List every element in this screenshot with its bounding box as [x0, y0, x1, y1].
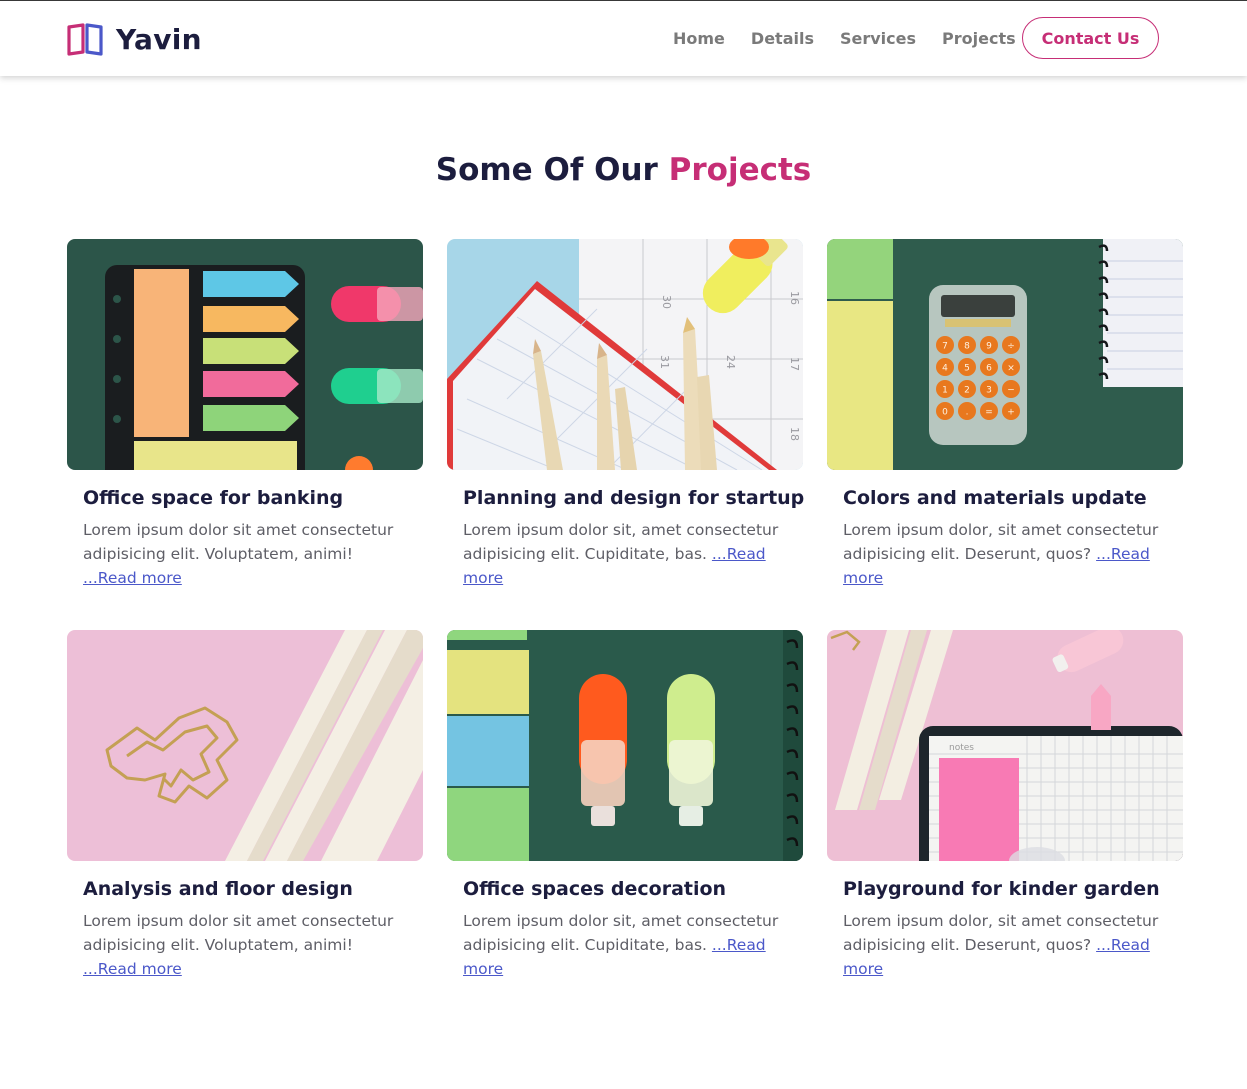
project-description: Lorem ipsum dolor sit, amet consectetur …	[463, 521, 779, 587]
project-description: Lorem ipsum dolor sit amet consectetur a…	[83, 521, 394, 587]
nav-home[interactable]: Home	[673, 29, 725, 48]
project-description: Lorem ipsum dolor, sit amet consectetur …	[843, 521, 1159, 587]
project-description: Lorem ipsum dolor sit, amet consectetur …	[463, 912, 779, 978]
calculator-key-label: ÷	[1007, 342, 1015, 352]
project-title: Office spaces decoration	[463, 878, 727, 900]
calendar-number: 31	[658, 355, 671, 369]
project-title: Analysis and floor design	[83, 878, 353, 900]
calculator-key-label: 9	[986, 342, 992, 352]
read-more-link[interactable]: ...Read more	[83, 569, 182, 587]
calculator-key-label: +	[1007, 408, 1015, 418]
read-more-link[interactable]: ...Read more	[83, 960, 182, 978]
calculator-key-label: 6	[986, 364, 992, 374]
nav-details[interactable]: Details	[751, 29, 814, 48]
calendar-number: 16	[788, 291, 801, 305]
project-card: Office space for banking Lorem ipsum dol…	[67, 239, 423, 590]
notes-notebook-photo[interactable]: notes	[827, 630, 1183, 861]
brand-name: Yavin	[116, 22, 202, 56]
calculator-key-label: 7	[942, 342, 948, 352]
section-title: Some Of Our Projects	[0, 152, 1247, 188]
section-title-accent: Projects	[668, 152, 812, 188]
highlighters-notebook-photo[interactable]	[447, 630, 803, 861]
calculator-key-label: 0	[942, 408, 948, 418]
calendar-pencils-photo[interactable]: 30 16 31 24 17 18	[447, 239, 803, 470]
project-title: Colors and materials update	[843, 487, 1147, 509]
notes-label: notes	[949, 743, 974, 753]
section-title-prefix: Some Of Our	[435, 152, 669, 188]
calendar-number: 17	[788, 357, 801, 371]
calculator-key-label: −	[1007, 386, 1015, 396]
project-title: Playground for kinder garden	[843, 878, 1160, 900]
contact-us-button[interactable]: Contact Us	[1022, 17, 1159, 59]
project-card: 30 16 31 24 17 18 Planning and design fo…	[447, 239, 805, 590]
calculator-notebook-photo[interactable]: 7 8 9 ÷ 4 5 6 × 1 2 3 − 0. = +	[827, 239, 1183, 470]
calculator-key-label: =	[985, 408, 993, 418]
calculator-key-label: 3	[986, 386, 992, 396]
project-card: notes Playground for kinder garden Lorem…	[827, 630, 1183, 981]
project-description: Lorem ipsum dolor sit amet consectetur a…	[83, 912, 394, 978]
calculator-key-label: .	[966, 408, 969, 418]
sticky-notes-highlighters-photo[interactable]	[67, 239, 423, 470]
project-description: Lorem ipsum dolor, sit amet consectetur …	[843, 912, 1159, 978]
calculator-key-label: 2	[964, 386, 970, 396]
project-title: Office space for banking	[83, 487, 344, 509]
calculator-key-label: 8	[964, 342, 970, 352]
project-card: 7 8 9 ÷ 4 5 6 × 1 2 3 − 0. = + Colors and materials up…	[827, 239, 1183, 590]
logo[interactable]: Yavin	[66, 22, 202, 56]
nav-projects[interactable]: Projects	[942, 29, 1016, 48]
calendar-number: 30	[660, 295, 673, 309]
calculator-key-label: ×	[1007, 364, 1015, 374]
calculator-key-label: 5	[964, 364, 970, 374]
project-card: Office spaces decoration Lorem ipsum dol…	[447, 630, 803, 981]
main-nav: Home Details Services Projects	[660, 1, 1029, 76]
calculator-key-label: 1	[942, 386, 948, 396]
project-card: Analysis and floor design Lorem ipsum do…	[67, 630, 423, 981]
calendar-number: 24	[724, 355, 737, 369]
project-title: Planning and design for startup	[463, 487, 805, 509]
site-header: Yavin Home Details Services Projects Con…	[0, 1, 1247, 76]
calculator-key-label: 4	[942, 364, 948, 374]
nav-services[interactable]: Services	[840, 29, 916, 48]
book-icon	[67, 23, 103, 56]
calendar-number: 18	[788, 427, 801, 441]
paperclips-pencils-photo[interactable]	[67, 630, 423, 861]
